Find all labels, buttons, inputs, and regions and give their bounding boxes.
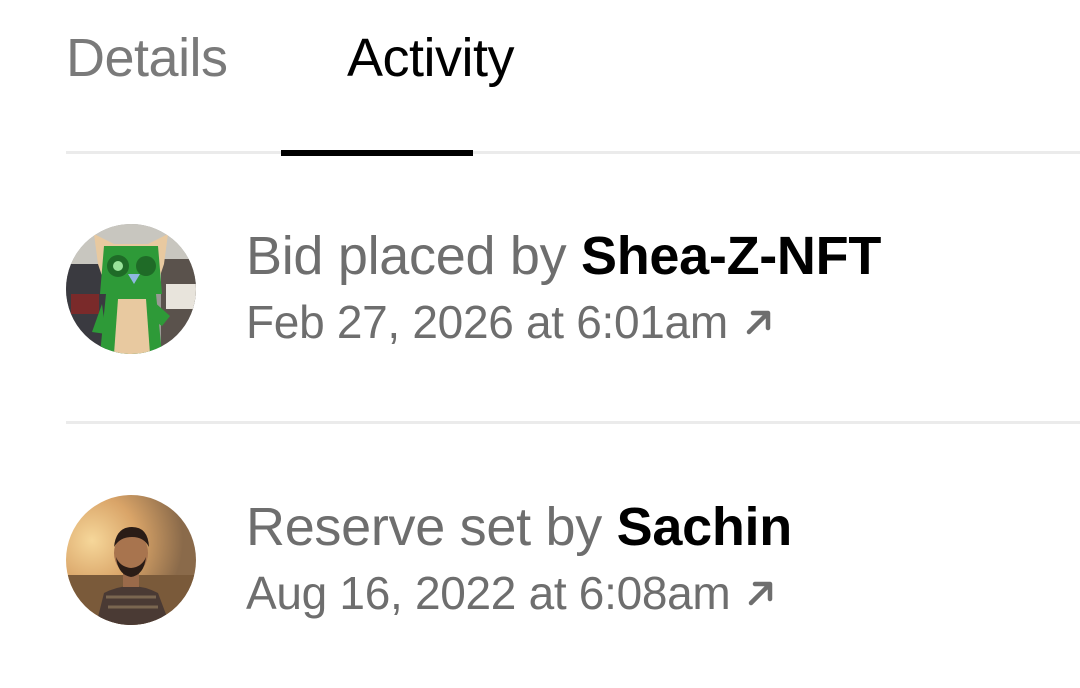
event-date-link[interactable]: Aug 16, 2022 at 6:08am: [246, 565, 778, 625]
event-user-link[interactable]: Sachin: [617, 497, 793, 557]
event-action: Reserve set by: [246, 497, 602, 557]
event-date-text: Feb 27, 2026 at 6:01am: [246, 296, 728, 348]
tab-activity[interactable]: Activity: [347, 28, 515, 88]
row-divider: [66, 421, 1080, 424]
arrow-up-right-icon: [742, 295, 776, 351]
event-title: Reserve set by Sachin: [246, 495, 792, 559]
activity-item: Reserve set by Sachin Aug 16, 2022 at 6:…: [66, 491, 1080, 631]
green-owl-avatar-icon: [66, 224, 196, 354]
event-date-link[interactable]: Feb 27, 2026 at 6:01am: [246, 294, 776, 354]
event-date-text: Aug 16, 2022 at 6:08am: [246, 567, 731, 619]
arrow-up-right-icon: [744, 566, 778, 622]
event-title: Bid placed by Shea-Z-NFT: [246, 224, 881, 288]
user-avatar[interactable]: [66, 495, 196, 625]
user-avatar[interactable]: [66, 224, 196, 354]
event-user-link[interactable]: Shea-Z-NFT: [581, 226, 881, 286]
activity-item: Bid placed by Shea-Z-NFT Feb 27, 2026 at…: [66, 220, 1080, 360]
user-photo-avatar-icon: [66, 495, 196, 625]
tab-bar-divider: [66, 151, 1080, 154]
tab-details[interactable]: Details: [66, 28, 228, 88]
event-action: Bid placed by: [246, 226, 567, 286]
activity-panel: Details Activity Bid placed by Shea-Z-NF…: [0, 0, 1080, 688]
tab-bar: Details Activity: [66, 0, 1080, 156]
active-tab-indicator: [281, 150, 473, 156]
